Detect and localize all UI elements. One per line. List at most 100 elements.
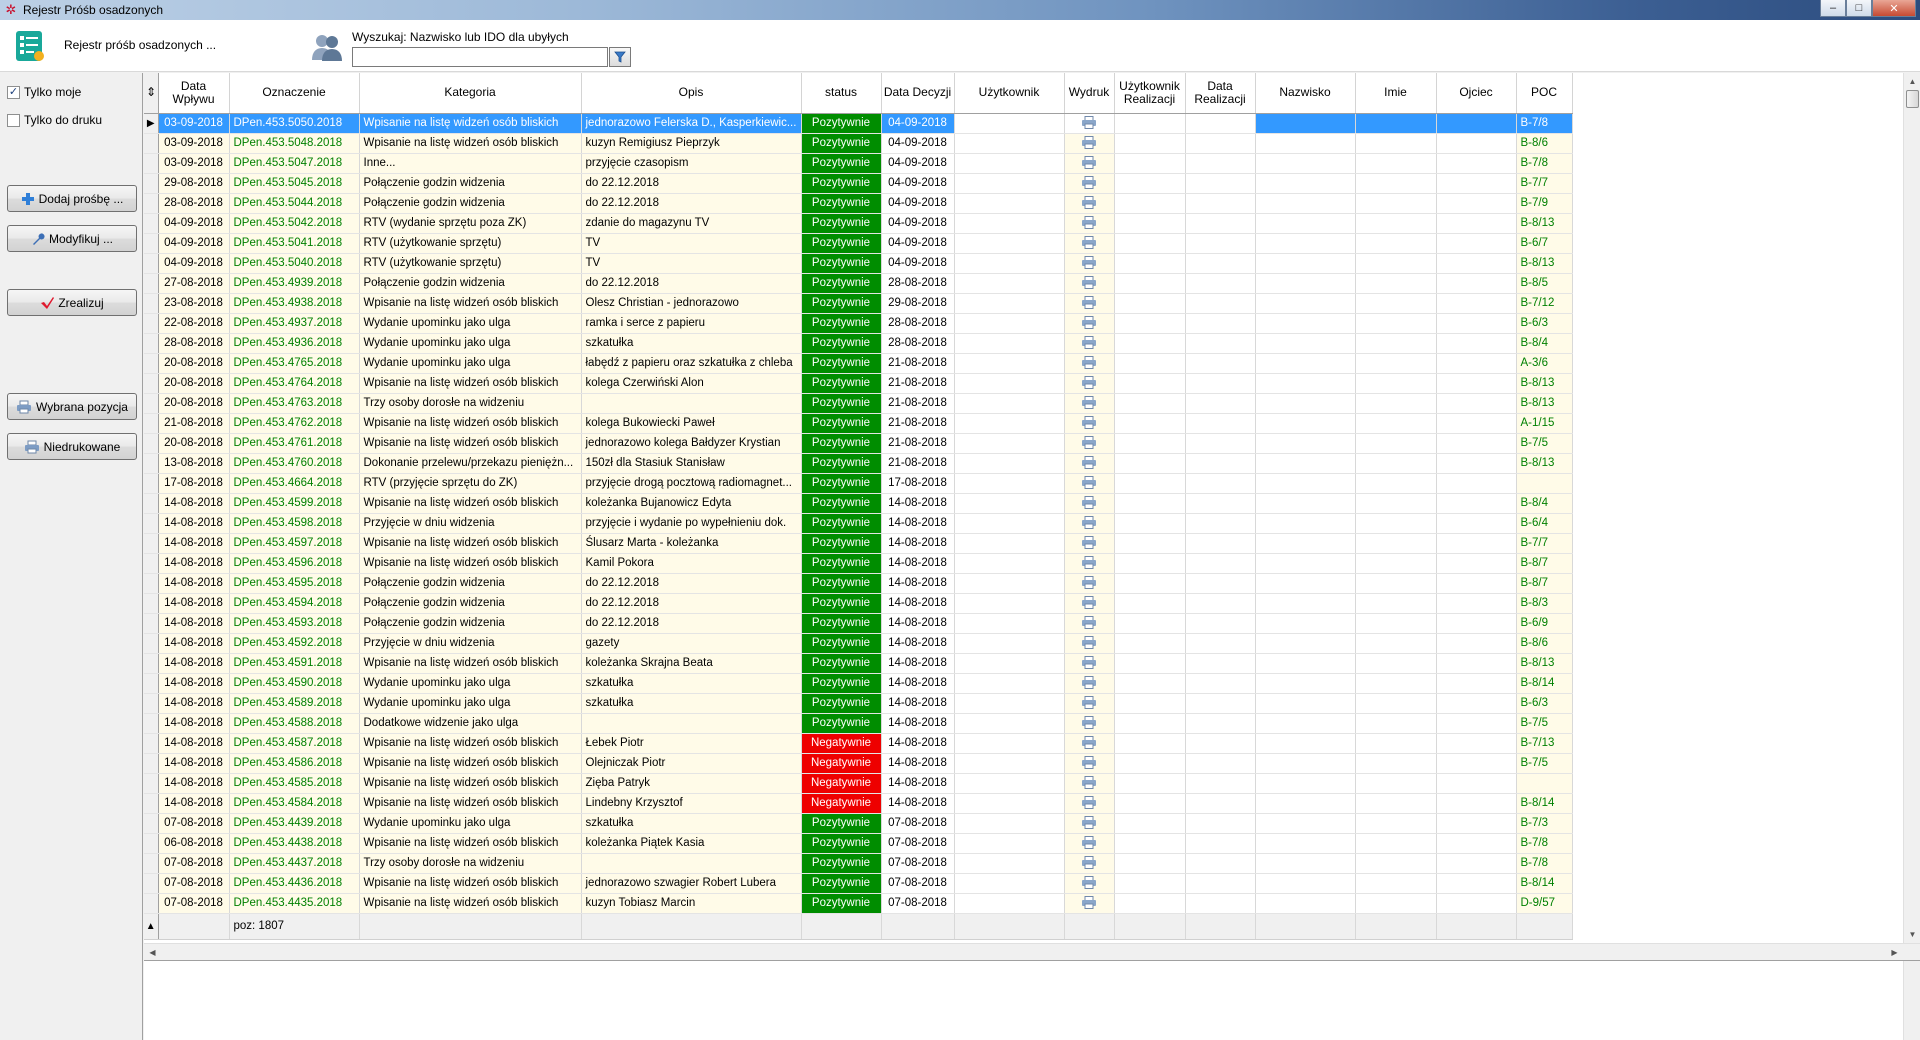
cell-imie[interactable] (1355, 653, 1437, 674)
cell-uzytkownik-realizacji[interactable] (1114, 153, 1186, 174)
cell-data-decyzji[interactable]: 29-08-2018 (881, 293, 955, 314)
row-indicator[interactable] (144, 693, 159, 714)
cell-poc[interactable]: B-8/6 (1516, 133, 1573, 154)
cell-ojciec[interactable] (1436, 193, 1517, 214)
cell-data-realizacji[interactable] (1185, 653, 1256, 674)
cell-kategoria[interactable]: Wpisanie na listę widzeń osób bliskich (359, 533, 582, 554)
cell-uzytkownik[interactable] (954, 493, 1065, 514)
table-row[interactable]: 14-08-2018 DPen.453.4586.2018 Wpisanie na … (144, 753, 1573, 774)
cell-opis[interactable]: Olesz Christian - jednorazowo (581, 293, 802, 314)
cell-status[interactable]: Pozytywnie (801, 673, 882, 694)
cell-wydruk[interactable] (1064, 833, 1115, 854)
cell-opis[interactable]: kolega Czerwiński Alon (581, 373, 802, 394)
cell-data-realizacji[interactable] (1185, 693, 1256, 714)
cell-nazwisko[interactable] (1255, 833, 1356, 854)
table-row[interactable]: 27-08-2018 DPen.453.4939.2018 Połączenie g… (144, 273, 1573, 294)
table-row[interactable]: 06-08-2018 DPen.453.4438.2018 Wpisanie na … (144, 833, 1573, 854)
cell-status[interactable]: Pozytywnie (801, 373, 882, 394)
cell-oznaczenie[interactable]: DPen.453.4763.2018 (229, 393, 360, 414)
printer-icon[interactable] (1081, 395, 1097, 409)
col-header[interactable]: Użytkownik (954, 73, 1065, 114)
cell-oznaczenie[interactable]: DPen.453.4435.2018 (229, 893, 360, 914)
cell-opis[interactable]: kuzyn Remigiusz Pieprzyk (581, 133, 802, 154)
cell-wydruk[interactable] (1064, 533, 1115, 554)
cell-ojciec[interactable] (1436, 613, 1517, 634)
cell-oznaczenie[interactable]: DPen.453.5040.2018 (229, 253, 360, 274)
cell-status[interactable]: Pozytywnie (801, 693, 882, 714)
cell-data-decyzji[interactable]: 28-08-2018 (881, 333, 955, 354)
row-indicator[interactable] (144, 853, 159, 874)
cell-poc[interactable]: B-7/8 (1516, 833, 1573, 854)
cell-poc[interactable]: A-3/6 (1516, 353, 1573, 374)
printer-icon[interactable] (1081, 375, 1097, 389)
cell-opis[interactable]: do 22.12.2018 (581, 273, 802, 294)
cell-imie[interactable] (1355, 393, 1437, 414)
cell-wydruk[interactable] (1064, 673, 1115, 694)
col-header[interactable]: status (801, 73, 882, 114)
printer-icon[interactable] (1081, 575, 1097, 589)
cell-ojciec[interactable] (1436, 313, 1517, 334)
printer-icon[interactable] (1081, 215, 1097, 229)
printer-icon[interactable] (1081, 895, 1097, 909)
cell-data-realizacji[interactable] (1185, 533, 1256, 554)
cell-ojciec[interactable] (1436, 113, 1517, 134)
cell-data-decyzji[interactable]: 21-08-2018 (881, 453, 955, 474)
cell-wydruk[interactable] (1064, 133, 1115, 154)
cell-data-realizacji[interactable] (1185, 573, 1256, 594)
cell-kategoria[interactable]: Wpisanie na listę widzeń osób bliskich (359, 653, 582, 674)
cell-ojciec[interactable] (1436, 473, 1517, 494)
cell-kategoria[interactable]: Wpisanie na listę widzeń osób bliskich (359, 113, 582, 134)
cell-uzytkownik[interactable] (954, 873, 1065, 894)
cell-poc[interactable]: A-1/15 (1516, 413, 1573, 434)
cell-wydruk[interactable] (1064, 293, 1115, 314)
cell-data-realizacji[interactable] (1185, 553, 1256, 574)
cell-nazwisko[interactable] (1255, 653, 1356, 674)
cell-uzytkownik-realizacji[interactable] (1114, 253, 1186, 274)
cell-data-decyzji[interactable]: 04-09-2018 (881, 153, 955, 174)
cell-data-wplywu[interactable]: 14-08-2018 (158, 793, 230, 814)
cell-imie[interactable] (1355, 373, 1437, 394)
cell-ojciec[interactable] (1436, 593, 1517, 614)
cell-data-realizacji[interactable] (1185, 333, 1256, 354)
cell-wydruk[interactable] (1064, 613, 1115, 634)
row-indicator[interactable]: ▶ (144, 113, 159, 134)
cell-kategoria[interactable]: Trzy osoby dorosłe na widzeniu (359, 853, 582, 874)
cell-ojciec[interactable] (1436, 453, 1517, 474)
cell-status[interactable]: Pozytywnie (801, 833, 882, 854)
row-indicator[interactable] (144, 153, 159, 174)
cell-kategoria[interactable]: Wpisanie na listę widzeń osób bliskich (359, 833, 582, 854)
cell-imie[interactable] (1355, 433, 1437, 454)
row-indicator[interactable] (144, 833, 159, 854)
cell-poc[interactable]: B-7/13 (1516, 733, 1573, 754)
cell-uzytkownik-realizacji[interactable] (1114, 173, 1186, 194)
cell-uzytkownik[interactable] (954, 393, 1065, 414)
table-row[interactable]: 20-08-2018 DPen.453.4764.2018 Wpisanie na … (144, 373, 1573, 394)
printer-icon[interactable] (1081, 115, 1097, 129)
scroll-right-arrow[interactable]: ▶ (1886, 944, 1903, 961)
col-header[interactable]: Data Decyzji (881, 73, 955, 114)
cell-poc[interactable]: B-8/4 (1516, 333, 1573, 354)
cell-data-realizacji[interactable] (1185, 733, 1256, 754)
cell-uzytkownik[interactable] (954, 793, 1065, 814)
cell-uzytkownik[interactable] (954, 173, 1065, 194)
cell-poc[interactable]: B-7/5 (1516, 713, 1573, 734)
col-header[interactable]: Wydruk (1064, 73, 1115, 114)
cell-imie[interactable] (1355, 853, 1437, 874)
table-row[interactable]: 20-08-2018 DPen.453.4765.2018 Wydanie upom… (144, 353, 1573, 374)
cell-opis[interactable]: jednorazowo szwagier Robert Lubera (581, 873, 802, 894)
cell-opis[interactable]: koleżanka Piątek Kasia (581, 833, 802, 854)
col-header[interactable]: Użytkownik Realizacji (1114, 73, 1186, 114)
cell-kategoria[interactable]: Połączenie godzin widzenia (359, 173, 582, 194)
cell-status[interactable]: Pozytywnie (801, 353, 882, 374)
cell-uzytkownik[interactable] (954, 333, 1065, 354)
cell-opis[interactable] (581, 713, 802, 734)
cell-nazwisko[interactable] (1255, 273, 1356, 294)
cell-data-decyzji[interactable]: 14-08-2018 (881, 553, 955, 574)
cell-uzytkownik[interactable] (954, 273, 1065, 294)
cell-ojciec[interactable] (1436, 393, 1517, 414)
cell-status[interactable]: Pozytywnie (801, 133, 882, 154)
cell-uzytkownik[interactable] (954, 133, 1065, 154)
printer-icon[interactable] (1081, 655, 1097, 669)
cell-opis[interactable]: zdanie do magazynu TV (581, 213, 802, 234)
printer-icon[interactable] (1081, 355, 1097, 369)
